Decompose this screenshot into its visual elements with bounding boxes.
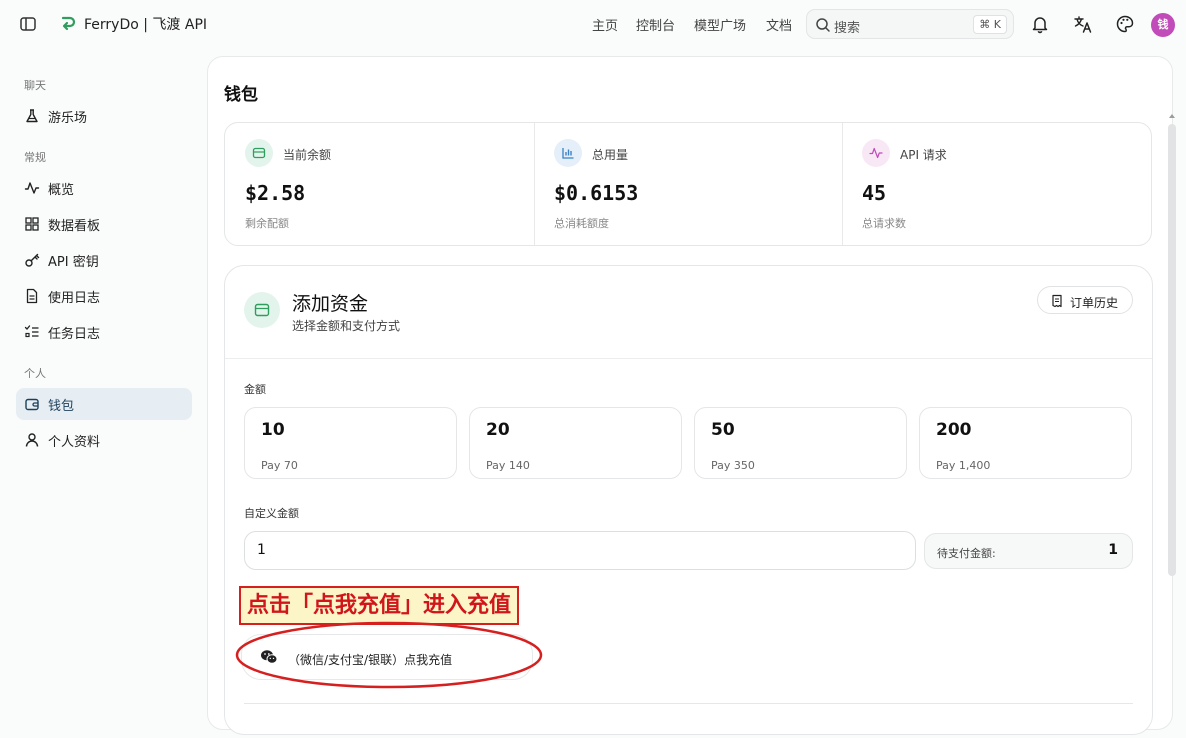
search-box[interactable]: 搜索 ⌘ K bbox=[806, 9, 1014, 39]
stat-value: $0.6153 bbox=[554, 181, 639, 205]
activity-icon bbox=[24, 182, 40, 194]
wallet-icon bbox=[25, 398, 39, 411]
sidebar-item-task-logs[interactable]: 任务日志 bbox=[16, 316, 192, 348]
user-icon bbox=[25, 433, 39, 447]
sidebar-item-usage-logs[interactable]: 使用日志 bbox=[16, 280, 192, 312]
receipt-icon bbox=[1052, 294, 1062, 308]
amount-label: 金额 bbox=[244, 383, 266, 396]
brand-title[interactable]: FerryDo | 飞渡 API bbox=[84, 14, 207, 34]
amount-option-50[interactable]: 50 Pay 350 bbox=[694, 407, 907, 479]
divider bbox=[225, 358, 1152, 359]
amount-pay: Pay 70 bbox=[261, 459, 298, 472]
sidebar-item-wallet[interactable]: 钱包 bbox=[16, 388, 192, 420]
sidebar-item-overview[interactable]: 概览 bbox=[16, 172, 192, 204]
sidebar-item-profile[interactable]: 个人资料 bbox=[16, 424, 192, 456]
amount-value: 10 bbox=[261, 420, 285, 440]
wallet-icon bbox=[244, 292, 280, 328]
sidebar-section-personal: 个人 bbox=[24, 367, 46, 380]
list-check-icon bbox=[24, 325, 39, 338]
add-funds-card: 添加资金 选择金额和支付方式 订单历史 金额 10 Pay 70 20 Pay … bbox=[224, 265, 1153, 735]
sidebar-item-label: 使用日志 bbox=[48, 290, 101, 306]
sidebar-item-label: 概览 bbox=[48, 182, 75, 198]
sidebar-item-playground[interactable]: 游乐场 bbox=[16, 100, 192, 132]
amount-due-label: 待支付金额: bbox=[937, 547, 996, 560]
stat-requests: API 请求 45 总请求数 bbox=[842, 123, 1152, 245]
custom-amount-label: 自定义金额 bbox=[244, 507, 299, 520]
flask-icon bbox=[26, 109, 38, 123]
sidebar-item-label: 个人资料 bbox=[48, 434, 101, 450]
amount-option-10[interactable]: 10 Pay 70 bbox=[244, 407, 457, 479]
order-history-label: 订单历史 bbox=[1070, 296, 1119, 310]
stat-sub: 总消耗额度 bbox=[554, 217, 609, 230]
sidebar-item-label: API 密钥 bbox=[48, 254, 99, 270]
stat-label: API 请求 bbox=[900, 148, 947, 162]
sidebar-item-label: 游乐场 bbox=[48, 110, 88, 126]
amount-value: 200 bbox=[936, 420, 972, 440]
stat-balance: 当前余额 $2.58 剩余配额 bbox=[225, 123, 534, 245]
activity-icon bbox=[862, 139, 890, 167]
section-title: 添加资金 bbox=[292, 293, 369, 315]
divider bbox=[244, 703, 1133, 704]
custom-amount-input[interactable]: 1 bbox=[244, 531, 916, 570]
avatar[interactable]: 钱 bbox=[1151, 13, 1175, 37]
nav-home[interactable]: 主页 bbox=[592, 15, 618, 34]
file-icon bbox=[26, 288, 38, 304]
stat-sub: 总请求数 bbox=[862, 217, 906, 230]
top-header: FerryDo | 飞渡 API 主页 控制台 模型广场 文档 搜索 ⌘ K 钱 bbox=[0, 0, 1186, 48]
palette-icon[interactable] bbox=[1115, 14, 1135, 34]
key-icon bbox=[25, 253, 40, 267]
sidebar-item-label: 钱包 bbox=[48, 398, 75, 414]
sidebar-item-api-keys[interactable]: API 密钥 bbox=[16, 244, 192, 276]
language-icon[interactable] bbox=[1073, 14, 1093, 34]
section-subtitle: 选择金额和支付方式 bbox=[292, 319, 401, 333]
stat-label: 当前余额 bbox=[283, 148, 332, 162]
amount-due: 待支付金额: 1 bbox=[924, 533, 1133, 569]
app-window: FerryDo | 飞渡 API 主页 控制台 模型广场 文档 搜索 ⌘ K 钱 bbox=[0, 0, 1186, 738]
search-shortcut-badge: ⌘ K bbox=[973, 15, 1007, 34]
sidebar-section-chat: 聊天 bbox=[24, 79, 46, 92]
sidebar-item-label: 数据看板 bbox=[48, 218, 101, 234]
scrollbar-thumb[interactable] bbox=[1168, 124, 1176, 576]
amount-value: 20 bbox=[486, 420, 510, 440]
amount-pay: Pay 140 bbox=[486, 459, 530, 472]
order-history-button[interactable]: 订单历史 bbox=[1037, 286, 1133, 314]
amount-option-20[interactable]: 20 Pay 140 bbox=[469, 407, 682, 479]
sidebar-item-label: 任务日志 bbox=[48, 326, 101, 342]
bar-chart-icon bbox=[554, 139, 582, 167]
stat-value: $2.58 bbox=[245, 181, 306, 205]
stat-label: 总用量 bbox=[592, 148, 629, 162]
highlight-ellipse bbox=[235, 621, 543, 689]
logo-icon bbox=[61, 16, 76, 31]
search-placeholder: 搜索 bbox=[834, 21, 861, 36]
scroll-up-arrow[interactable] bbox=[1168, 112, 1176, 120]
stat-sub: 剩余配额 bbox=[245, 217, 289, 230]
sidebar-item-dashboard[interactable]: 数据看板 bbox=[16, 208, 192, 240]
bell-icon[interactable] bbox=[1030, 14, 1050, 34]
amount-option-200[interactable]: 200 Pay 1,400 bbox=[919, 407, 1132, 479]
amount-value: 50 bbox=[711, 420, 735, 440]
sidebar-toggle-icon[interactable] bbox=[18, 14, 38, 34]
search-icon bbox=[816, 18, 830, 32]
grid-icon bbox=[25, 217, 39, 231]
amount-due-value: 1 bbox=[1108, 542, 1118, 558]
nav-docs[interactable]: 文档 bbox=[766, 15, 792, 34]
page-title: 钱包 bbox=[224, 85, 258, 105]
wallet-icon bbox=[245, 139, 273, 167]
stat-value: 45 bbox=[862, 181, 887, 205]
amount-pay: Pay 350 bbox=[711, 459, 755, 472]
stat-usage: 总用量 $0.6153 总消耗额度 bbox=[534, 123, 842, 245]
stats-card: 当前余额 $2.58 剩余配额 总用量 $0.6153 总消耗额度 API 请求… bbox=[224, 122, 1152, 246]
nav-console[interactable]: 控制台 bbox=[636, 15, 675, 34]
nav-model-market[interactable]: 模型广场 bbox=[694, 15, 746, 34]
sidebar-section-general: 常规 bbox=[24, 151, 46, 164]
amount-pay: Pay 1,400 bbox=[936, 459, 991, 472]
